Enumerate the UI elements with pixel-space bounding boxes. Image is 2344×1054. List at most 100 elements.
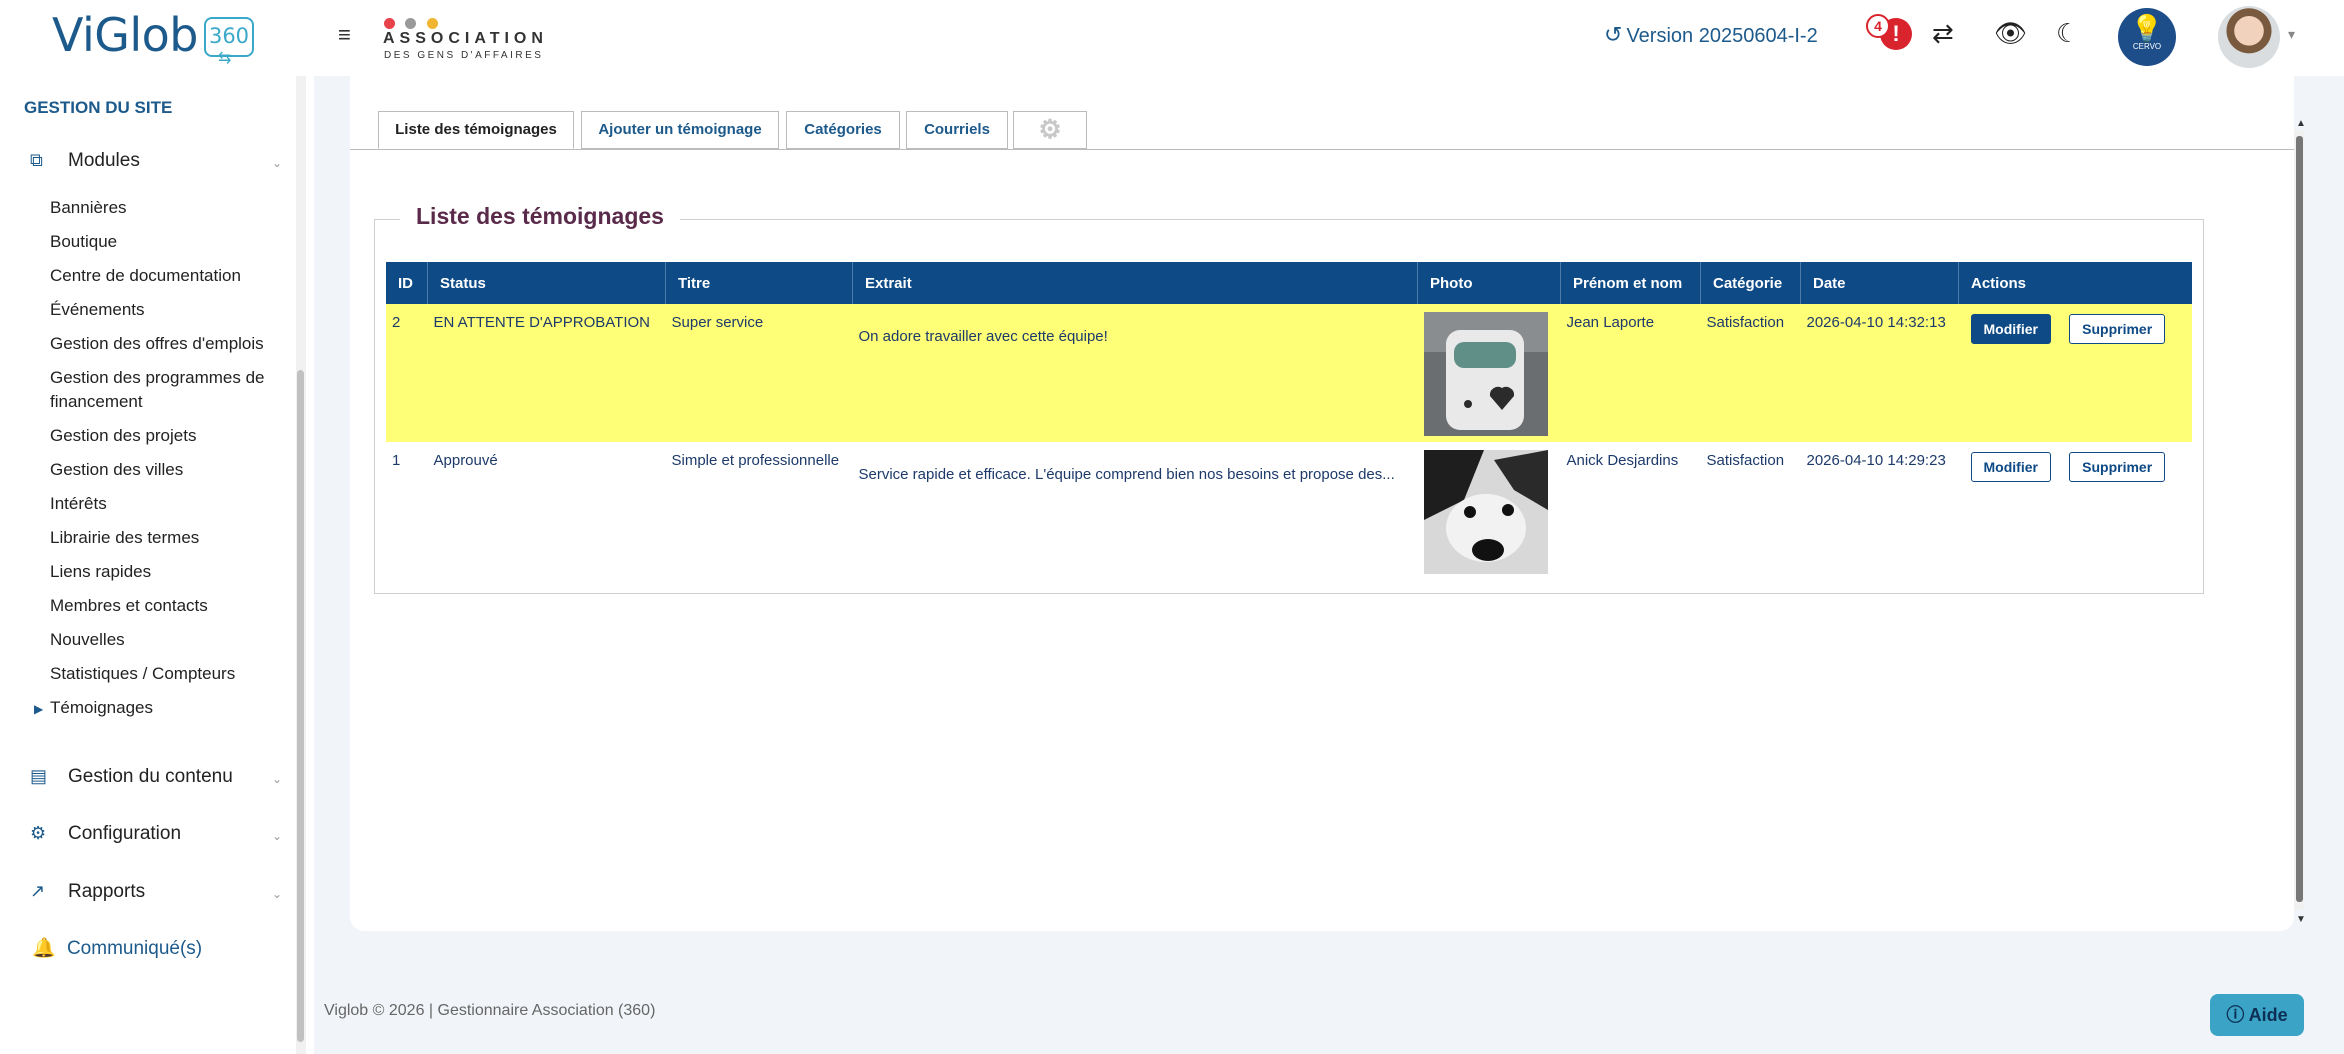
- section-title: Liste des témoignages: [400, 203, 680, 230]
- cell-title: Simple et professionnelle: [671, 452, 840, 469]
- cell-actions: Modifier Supprimer: [1958, 304, 2192, 442]
- chevron-down-icon[interactable]: ⌄: [272, 772, 282, 786]
- sidebar-item-bannieres[interactable]: Bannières: [50, 196, 127, 220]
- line-chart-icon: ↗: [30, 881, 46, 901]
- delete-button[interactable]: Supprimer: [2069, 314, 2166, 344]
- tab-liste-temoignages[interactable]: Liste des témoignages: [378, 111, 574, 149]
- gears-icon: ⚙: [30, 823, 47, 843]
- switch-arrows-icon[interactable]: ⇄: [1932, 18, 1954, 49]
- help-button[interactable]: ⓘ Aide: [2210, 994, 2304, 1036]
- testimonial-photo: [1423, 450, 1548, 574]
- scroll-down-icon[interactable]: ▼: [2296, 914, 2306, 925]
- sidebar-item-liens-rapides[interactable]: Liens rapides: [50, 560, 151, 584]
- hamburger-menu-icon[interactable]: ≡: [338, 22, 351, 48]
- column-header-extrait[interactable]: Extrait: [852, 262, 1418, 304]
- cell-actions: Modifier Supprimer: [1959, 442, 2193, 580]
- scroll-up-icon[interactable]: ▲: [2296, 118, 2306, 129]
- cell-photo: [1417, 304, 1561, 442]
- column-header-id[interactable]: ID: [386, 262, 428, 304]
- version-label[interactable]: ↺ Version 20250604-I-2: [1604, 22, 1818, 48]
- tab-courriels[interactable]: Courriels: [906, 111, 1008, 149]
- version-text: Version 20250604-I-2: [1626, 25, 1818, 47]
- cell-date: 2026-04-10 14:32:13: [1800, 304, 1959, 442]
- table-row: 1 Approuvé Simple et professionnelle Ser…: [386, 442, 2192, 580]
- document-icon: ▤: [30, 766, 48, 786]
- chevron-down-icon[interactable]: ⌄: [272, 887, 282, 901]
- table-header-row: ID Status Titre Extrait Photo Prénom et …: [386, 262, 2192, 304]
- column-header-photo[interactable]: Photo: [1417, 262, 1561, 304]
- sidebar-item-membres-contacts[interactable]: Membres et contacts: [50, 594, 208, 618]
- testimonials-table: ID Status Titre Extrait Photo Prénom et …: [386, 262, 2192, 580]
- tab-categories[interactable]: Catégories: [786, 111, 900, 149]
- sidebar-section-label: Configuration: [68, 823, 182, 844]
- tabs-divider: [350, 149, 2294, 150]
- cell-date: 2026-04-10 14:29:23: [1806, 452, 1946, 469]
- org-subtitle: DES GENS D'AFFAIRES: [384, 50, 544, 61]
- sidebar-item-projets[interactable]: Gestion des projets: [50, 424, 196, 448]
- swap-arrow-icon: ⇆: [218, 50, 232, 67]
- sidebar-item-evenements[interactable]: Événements: [50, 298, 145, 322]
- sidebar-item-librairie-termes[interactable]: Librairie des termes: [50, 526, 199, 550]
- help-label: Aide: [2248, 1005, 2288, 1025]
- sidebar-item-centre-documentation[interactable]: Centre de documentation: [50, 264, 241, 288]
- chevron-down-icon[interactable]: ⌄: [272, 156, 282, 170]
- top-header: ViGlob 360 ⇆ ≡ ASSOCIATION DES GENS D'AF…: [0, 0, 2344, 76]
- sidebar-section-rapports[interactable]: ↗ Rapports: [30, 881, 145, 903]
- sidebar-section-label: Modules: [68, 150, 140, 171]
- tab-ajouter-temoignage[interactable]: Ajouter un témoignage: [581, 111, 779, 149]
- cell-photo: [1418, 442, 1561, 580]
- cervo-label: CERVO: [2132, 42, 2162, 51]
- sidebar-section-label: Gestion du contenu: [68, 766, 233, 787]
- sitemap-icon: ⧉: [30, 150, 43, 170]
- footer-text: Viglob © 2026 | Gestionnaire Association…: [324, 1002, 656, 1019]
- sidebar: GESTION DU SITE ⧉ Modules ⌄ Bannières Bou…: [0, 76, 296, 1054]
- sidebar-item-nouvelles[interactable]: Nouvelles: [50, 628, 125, 652]
- cervo-assistant-button[interactable]: 💡 CERVO: [2118, 8, 2176, 66]
- content-scrollbar-thumb[interactable]: [2296, 136, 2303, 902]
- column-header-status[interactable]: Status: [427, 262, 666, 304]
- sidebar-item-statistiques[interactable]: Statistiques / Compteurs: [50, 662, 235, 686]
- column-header-actions: Actions: [1958, 262, 2192, 304]
- tab-settings-gear-icon[interactable]: ⚙: [1013, 111, 1087, 149]
- column-header-date[interactable]: Date: [1800, 262, 1959, 304]
- cell-name: Anick Desjardins: [1566, 452, 1679, 469]
- sidebar-section-modules[interactable]: ⧉ Modules: [30, 150, 140, 172]
- bell-icon: 🔔: [32, 938, 56, 959]
- sidebar-item-offres-emplois[interactable]: Gestion des offres d'emplois: [50, 332, 264, 356]
- sidebar-item-programmes-financement[interactable]: Gestion des programmes de financement: [50, 366, 280, 414]
- edit-button[interactable]: Modifier: [1970, 314, 2051, 344]
- sidebar-communiques[interactable]: 🔔 Communiqué(s): [32, 936, 202, 960]
- user-avatar[interactable]: [2218, 6, 2280, 68]
- sidebar-item-temoignages[interactable]: Témoignages: [34, 696, 153, 721]
- delete-button[interactable]: Supprimer: [2069, 452, 2166, 482]
- sidebar-item-boutique[interactable]: Boutique: [50, 230, 117, 254]
- sidebar-title: GESTION DU SITE: [24, 98, 173, 117]
- cell-category: Satisfaction: [1706, 452, 1785, 469]
- column-header-titre[interactable]: Titre: [665, 262, 853, 304]
- sidebar-section-contenu[interactable]: ▤ Gestion du contenu: [30, 766, 233, 788]
- edit-button[interactable]: Modifier: [1970, 452, 2051, 482]
- dot-icon: [384, 18, 395, 29]
- sidebar-scrollbar-thumb[interactable]: [297, 370, 304, 1042]
- content-scrollbar[interactable]: [2294, 130, 2304, 910]
- cell-excerpt: Service rapide et efficace. L'équipe com…: [858, 466, 1395, 483]
- org-name: ASSOCIATION: [383, 30, 548, 47]
- sidebar-item-villes[interactable]: Gestion des villes: [50, 458, 183, 482]
- sidebar-section-configuration[interactable]: ⚙ Configuration: [30, 823, 181, 845]
- cell-name: Jean Laporte: [1560, 304, 1701, 442]
- column-header-nom[interactable]: Prénom et nom: [1560, 262, 1701, 304]
- app-logo[interactable]: ViGlob: [52, 8, 199, 62]
- cell-category: Satisfaction: [1700, 304, 1801, 442]
- column-header-categorie[interactable]: Catégorie: [1700, 262, 1801, 304]
- chevron-down-icon[interactable]: ⌄: [272, 829, 282, 843]
- eye-icon[interactable]: 👁: [1994, 18, 2027, 49]
- dot-icon: [426, 18, 438, 29]
- chevron-down-icon[interactable]: ▾: [2288, 26, 2295, 43]
- cell-title: Super service: [665, 304, 853, 442]
- moon-icon[interactable]: ☾: [2056, 18, 2079, 49]
- cell-id: 2: [386, 304, 428, 442]
- cell-id: 1: [392, 452, 401, 469]
- question-icon: ⓘ: [2226, 1005, 2245, 1025]
- sidebar-section-label: Rapports: [68, 881, 146, 902]
- sidebar-item-interets[interactable]: Intérêts: [50, 492, 107, 516]
